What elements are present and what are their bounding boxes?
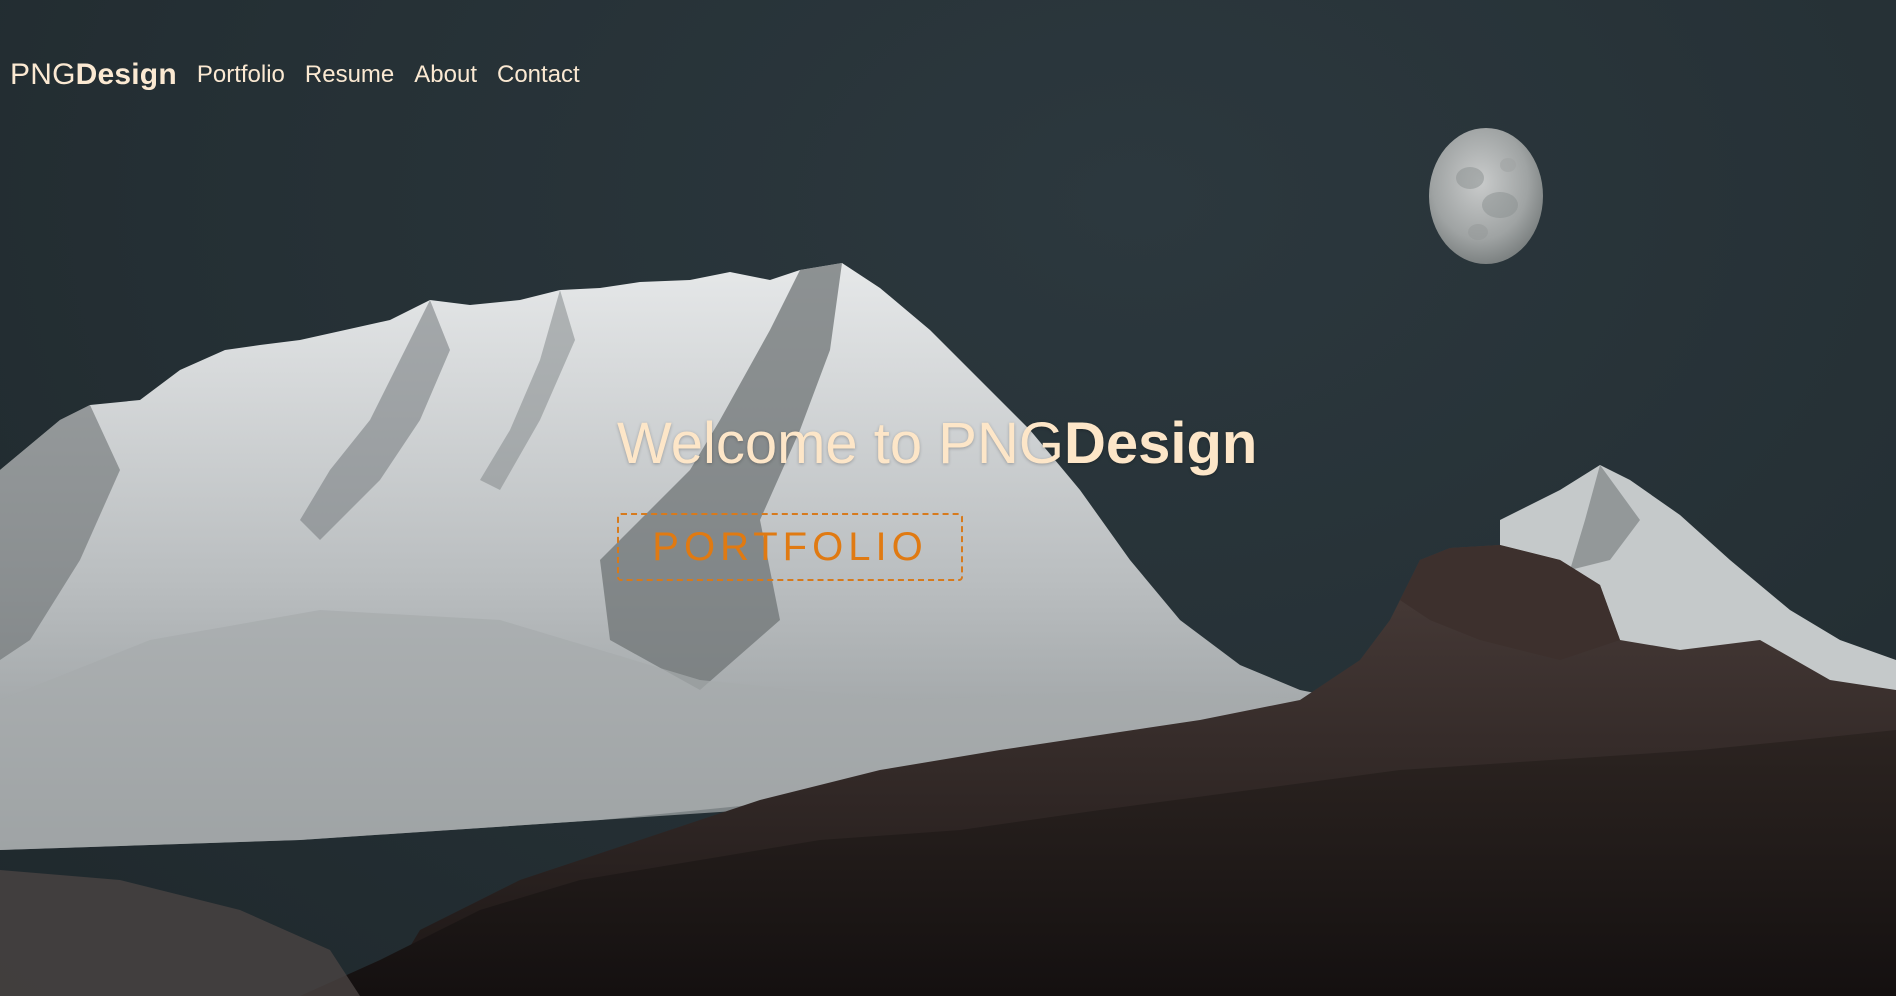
nav-link-resume[interactable]: Resume [305, 61, 394, 89]
nav-link-about[interactable]: About [414, 61, 477, 89]
hero-headline: Welcome to PNGDesign [617, 410, 1257, 477]
portfolio-cta-button[interactable]: PORTFOLIO [617, 513, 963, 581]
nav-link-contact[interactable]: Contact [497, 61, 580, 89]
brand-logo-link[interactable]: PNGDesign [10, 58, 177, 92]
moon-graphic [1429, 128, 1543, 264]
headline-bold-text: Design [1063, 411, 1258, 476]
mountain-background-image [0, 128, 1896, 996]
nav-link-portfolio[interactable]: Portfolio [197, 61, 285, 89]
brand-light-text: PNG [10, 58, 76, 91]
brand-bold-text: Design [75, 58, 177, 91]
top-navbar: PNGDesign Portfolio Resume About Contact [0, 52, 580, 98]
hero-section: PNGDesign Portfolio Resume About Contact… [0, 0, 1896, 996]
headline-light-text: Welcome to PNG [617, 411, 1064, 476]
